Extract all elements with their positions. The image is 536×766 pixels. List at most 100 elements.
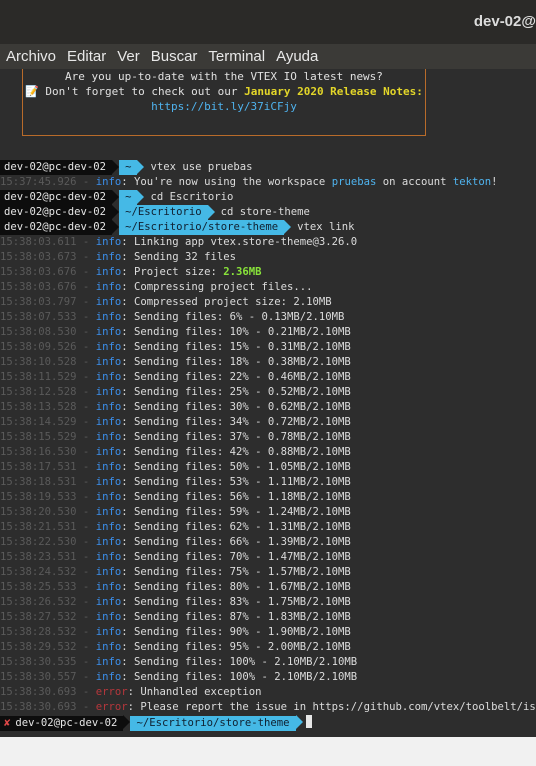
log-message: : Sending files: 87% - 1.83MB/2.10MB xyxy=(121,611,351,623)
log-line: 15:38:30.693 - error: Unhandled exceptio… xyxy=(0,685,536,700)
prompt-line: dev-02@pc-dev-02 ~/Escritorio cd store-the… xyxy=(0,205,536,220)
log-level: info xyxy=(95,326,122,338)
log-level: error xyxy=(95,701,128,713)
log-dash: - xyxy=(76,701,96,713)
log-dash: - xyxy=(76,581,96,593)
prompt-separator-icon xyxy=(123,715,131,729)
log-level: info xyxy=(95,461,122,473)
window-title: dev-02@ xyxy=(473,13,536,30)
log-line: 15:38:20.530 - info: Sending files: 59% … xyxy=(0,505,536,520)
prompt-user: dev-02@pc-dev-02 xyxy=(0,220,113,235)
log-level: info xyxy=(95,266,122,278)
log-dash: - xyxy=(76,596,96,608)
prompt-user: dev-02@pc-dev-02 xyxy=(0,160,113,175)
log-timestamp: 15:38:28.532 xyxy=(0,626,77,638)
log-dash: - xyxy=(76,311,96,323)
log-timestamp: 15:38:19.533 xyxy=(0,491,77,503)
log-line: 15:37:45.926 - info: You're now using th… xyxy=(0,175,536,190)
log-level: info xyxy=(95,551,122,563)
menu-ayuda[interactable]: Ayuda xyxy=(270,48,323,65)
log-timestamp: 15:38:14.529 xyxy=(0,416,77,428)
log-line: 15:38:30.693 - error: Please report the … xyxy=(0,700,536,715)
log-level: info xyxy=(95,626,122,638)
log-dash: - xyxy=(76,176,96,188)
log-message: : Sending files: 37% - 0.78MB/2.10MB xyxy=(121,431,351,443)
prompt-user-text: dev-02@pc-dev-02 xyxy=(4,221,107,233)
log-line: 15:38:09.526 - info: Sending files: 15% … xyxy=(0,340,536,355)
log-message: : Sending files: 100% - 2.10MB/2.10MB xyxy=(121,671,358,683)
log-timestamp: 15:38:21.531 xyxy=(0,521,77,533)
log-dash: - xyxy=(76,431,96,443)
log-line: 15:38:14.529 - info: Sending files: 34% … xyxy=(0,415,536,430)
log-level: info xyxy=(95,251,122,263)
log-message: : Linking app vtex.store-theme@3.26.0 xyxy=(121,236,358,248)
command-text: cd store-theme xyxy=(220,206,310,218)
log-timestamp: 15:38:30.693 xyxy=(0,701,77,713)
log-message: : Sending files: 15% - 0.31MB/2.10MB xyxy=(121,341,351,353)
log-timestamp: 15:38:16.530 xyxy=(0,446,77,458)
prompt-user-text: dev-02@pc-dev-02 xyxy=(4,161,107,173)
menu-archivo[interactable]: Archivo xyxy=(0,48,61,65)
log-message: : Compressing project files... xyxy=(121,281,313,293)
log-message: : Sending files: 10% - 0.21MB/2.10MB xyxy=(121,326,351,338)
log-message: : Sending files: 22% - 0.46MB/2.10MB xyxy=(121,371,351,383)
log-dash: - xyxy=(76,236,96,248)
log-level: info xyxy=(95,491,122,503)
log-timestamp: 15:38:03.797 xyxy=(0,296,77,308)
log-level: info xyxy=(95,176,122,188)
banner-line-2-prefix: 📝 Don't forget to check out our xyxy=(25,85,245,98)
log-line: 15:38:22.530 - info: Sending files: 66% … xyxy=(0,535,536,550)
log-message: : Sending files: 59% - 1.24MB/2.10MB xyxy=(121,506,351,518)
log-level: info xyxy=(95,611,122,623)
menu-terminal[interactable]: Terminal xyxy=(202,48,270,65)
log-dash: - xyxy=(76,296,96,308)
log-dash: - xyxy=(76,371,96,383)
log-dash: - xyxy=(76,266,96,278)
log-level: info xyxy=(95,386,122,398)
log-line: 15:38:03.673 - info: Sending 32 files xyxy=(0,250,536,265)
log-line: 15:38:26.532 - info: Sending files: 83% … xyxy=(0,595,536,610)
log-timestamp: 15:37:45.926 xyxy=(0,176,77,188)
log-timestamp: 15:38:10.528 xyxy=(0,356,77,368)
log-dash: - xyxy=(76,611,96,623)
log-level: info xyxy=(95,311,122,323)
log-level: info xyxy=(95,641,122,653)
prompt-separator-icon xyxy=(112,190,120,204)
log-level: info xyxy=(95,581,122,593)
prompt-dir: ~ xyxy=(119,160,138,175)
log-timestamp: 15:38:12.528 xyxy=(0,386,77,398)
command-text: cd Escritorio xyxy=(150,191,234,203)
banner-highlight: January 2020 Release Notes: xyxy=(244,85,423,98)
command-text: vtex link xyxy=(297,221,355,233)
error-x-icon: ✘ xyxy=(4,717,11,729)
banner-link[interactable]: https://bit.ly/37iCFjy xyxy=(23,100,425,113)
log-dash: - xyxy=(76,476,96,488)
log-message: : Sending files: 6% - 0.13MB/2.10MB xyxy=(121,311,345,323)
log-timestamp: 15:38:07.533 xyxy=(0,311,77,323)
menu-ver[interactable]: Ver xyxy=(111,48,145,65)
menu-editar[interactable]: Editar xyxy=(61,48,111,65)
log-message: : Sending files: 18% - 0.38MB/2.10MB xyxy=(121,356,351,368)
terminal-output[interactable]: Are you up-to-date with the VTEX IO late… xyxy=(0,69,536,737)
prompt-separator-icon xyxy=(207,205,215,219)
log-level: info xyxy=(95,371,122,383)
project-size: 2.36MB xyxy=(223,266,262,278)
log-timestamp: 15:38:23.531 xyxy=(0,551,77,563)
log-level: info xyxy=(95,296,122,308)
title-bar[interactable]: dev-02@ xyxy=(0,0,536,44)
log-level: info xyxy=(95,236,122,248)
log-dash: - xyxy=(76,551,96,563)
terminal-cursor[interactable] xyxy=(305,715,312,728)
menu-buscar[interactable]: Buscar xyxy=(145,48,203,65)
log-dash: - xyxy=(76,641,96,653)
log-timestamp: 15:38:11.529 xyxy=(0,371,77,383)
log-dash: - xyxy=(76,416,96,428)
prompt-dir: ~/Escritorio xyxy=(119,205,208,220)
prompt-user: dev-02@pc-dev-02 xyxy=(0,205,113,220)
log-message: : Please report the issue in https://git… xyxy=(127,701,536,713)
log-timestamp: 15:38:25.533 xyxy=(0,581,77,593)
log-line: 15:38:11.529 - info: Sending files: 22% … xyxy=(0,370,536,385)
log-message: : Sending files: 75% - 1.57MB/2.10MB xyxy=(121,566,351,578)
prompt-separator-icon xyxy=(112,205,120,219)
log-message: : Sending files: 95% - 2.00MB/2.10MB xyxy=(121,641,351,653)
